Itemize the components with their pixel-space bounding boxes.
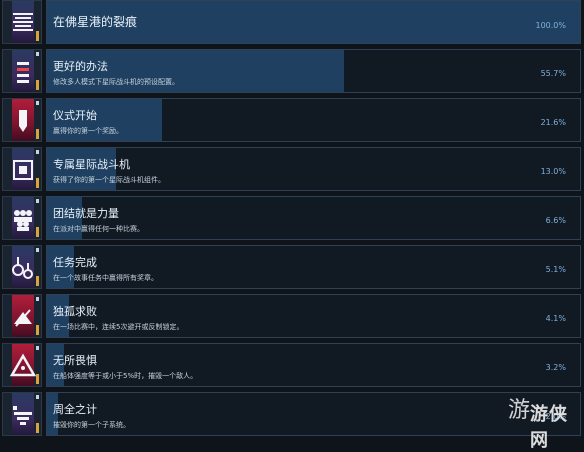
achievement-row[interactable]: 周全之计 摧毁你的第一个子系统。 2.0% (0, 392, 584, 436)
achievement-row[interactable]: 更好的办法 修改多人模式下星际战斗机的预设配置。 55.7% (0, 49, 584, 93)
watermark-logo-icon: 游 (508, 398, 531, 423)
starfighter-module-icon (2, 147, 42, 191)
achievement-title: 团结就是力量 (53, 207, 119, 220)
watermark-text: 游侠网 (530, 404, 568, 451)
triangle-icon (2, 343, 42, 387)
progress-bar: 仪式开始 赢得你的第一个奖励。 21.6% (46, 98, 581, 142)
achievement-row[interactable]: 独孤求败 在一场比赛中，连续5次避开或反制锁定。 4.1% (0, 294, 584, 338)
achievement-title: 无所畏惧 (53, 354, 97, 367)
achievement-title: 更好的办法 (53, 60, 108, 73)
achievement-title: 仪式开始 (53, 109, 97, 122)
achievement-row[interactable]: 在佛星港的裂痕 100.0% (0, 0, 584, 44)
achievement-percent: 55.7% (540, 69, 566, 78)
achievement-description: 在一场比赛中，连续5次避开或反制锁定。 (53, 323, 184, 331)
achievement-row[interactable]: 团结就是力量 在派对中赢得任何一种比赛。 6.6% (0, 196, 584, 240)
progress-bar: 独孤求败 在一场比赛中，连续5次避开或反制锁定。 4.1% (46, 294, 581, 338)
achievement-list: 在佛星港的裂痕 100.0% 更好的办法 修改多人模式下星际战斗机的预设配置。 (0, 0, 584, 440)
medals-icon (2, 245, 42, 289)
group-icon (2, 196, 42, 240)
achievement-row[interactable]: 仪式开始 赢得你的第一个奖励。 21.6% (0, 98, 584, 142)
achievement-description: 摧毁你的第一个子系统。 (53, 421, 130, 429)
progress-bar: 任务完成 在一个故事任务中赢得所有奖章。 5.1% (46, 245, 581, 289)
lone-ship-icon (2, 294, 42, 338)
progress-bar: 周全之计 摧毁你的第一个子系统。 2.0% (46, 392, 581, 436)
achievement-row[interactable]: 无所畏惧 在船体强度等于或小于5%时，摧毁一个敌人。 3.2% (0, 343, 584, 387)
ribbon-icon (2, 98, 42, 142)
achievement-description: 在派对中赢得任何一种比赛。 (53, 225, 144, 233)
achievement-description: 在一个故事任务中赢得所有奖章。 (53, 274, 158, 282)
progress-bar: 更好的办法 修改多人模式下星际战斗机的预设配置。 55.7% (46, 49, 581, 93)
achievement-percent: 6.6% (545, 216, 566, 225)
progress-bar: 无所畏惧 在船体强度等于或小于5%时，摧毁一个敌人。 3.2% (46, 343, 581, 387)
achievement-percent: 4.1% (545, 314, 566, 323)
progress-bar: 在佛星港的裂痕 100.0% (46, 0, 581, 44)
achievement-percent: 13.0% (540, 167, 566, 176)
achievement-row[interactable]: 任务完成 在一个故事任务中赢得所有奖章。 5.1% (0, 245, 584, 289)
achievement-description: 在船体强度等于或小于5%时，摧毁一个敌人。 (53, 372, 198, 380)
achievement-percent: 21.6% (540, 118, 566, 127)
achievement-percent: 5.1% (545, 265, 566, 274)
achievement-row[interactable]: 专属星际战斗机 获得了你的第一个星际战斗机组件。 13.0% (0, 147, 584, 191)
progress-bar: 专属星际战斗机 获得了你的第一个星际战斗机组件。 13.0% (46, 147, 581, 191)
achievement-title: 周全之计 (53, 403, 97, 416)
subsystem-icon (2, 392, 42, 436)
achievement-percent: 3.2% (545, 363, 566, 372)
achievement-description: 获得了你的第一个星际战斗机组件。 (53, 176, 165, 184)
achievement-title: 独孤求败 (53, 305, 97, 318)
achievement-description: 赢得你的第一个奖励。 (53, 127, 123, 135)
progress-bar: 团结就是力量 在派对中赢得任何一种比赛。 6.6% (46, 196, 581, 240)
achievement-percent: 100.0% (535, 21, 566, 30)
achievement-title: 在佛星港的裂痕 (53, 15, 138, 29)
ladder-stripes-icon (2, 0, 42, 44)
achievement-description: 修改多人模式下星际战斗机的预设配置。 (53, 78, 179, 86)
banner-stripes-icon (2, 49, 42, 93)
achievement-title: 任务完成 (53, 256, 97, 269)
watermark: 游 游侠网 (508, 392, 578, 451)
achievement-title: 专属星际战斗机 (53, 158, 130, 171)
